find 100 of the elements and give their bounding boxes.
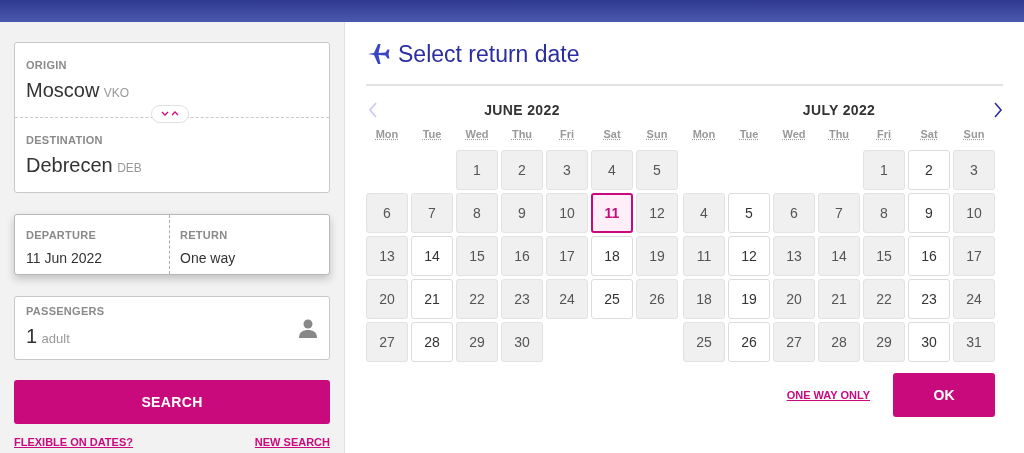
day-cell[interactable]: 18 (591, 236, 633, 276)
month-title: JUNE 2022 (484, 101, 560, 120)
day-cell[interactable]: 27 (366, 322, 408, 362)
weekday-label: Tue (738, 126, 760, 142)
passenger-count: 1 (26, 324, 38, 347)
day-cell[interactable]: 7 (818, 193, 860, 233)
day-cell[interactable]: 12 (728, 236, 770, 276)
day-cell[interactable]: 14 (818, 236, 860, 276)
month-title: JULY 2022 (802, 101, 876, 120)
airport-code: DEB (117, 161, 142, 175)
day-cell[interactable]: 27 (773, 322, 815, 362)
day-cell[interactable]: 20 (366, 279, 408, 319)
day-cell[interactable]: 5 (636, 150, 678, 190)
return-value: One way (180, 249, 237, 268)
day-cell[interactable]: 8 (863, 193, 905, 233)
ok-button[interactable]: OK (893, 373, 995, 417)
day-cell[interactable]: 20 (773, 279, 815, 319)
next-month-button[interactable] (993, 101, 1003, 118)
passengers-card[interactable]: PASSENGERS 1 adult (14, 296, 330, 360)
weekday-label: Thu (827, 126, 851, 142)
day-cell[interactable]: 3 (953, 150, 995, 190)
day-cell[interactable]: 3 (546, 150, 588, 190)
airport-code: VKO (103, 86, 130, 100)
day-cell[interactable]: 29 (456, 322, 498, 362)
day-cell[interactable]: 22 (456, 279, 498, 319)
weekday-label: Thu (510, 126, 534, 142)
weekday-label: Fri (875, 126, 893, 142)
day-cell[interactable]: 15 (456, 236, 498, 276)
swap-icon (160, 110, 180, 118)
field-label: ORIGIN (26, 60, 68, 71)
day-cell[interactable]: 1 (456, 150, 498, 190)
field-label: DEPARTURE (26, 230, 98, 241)
day-cell[interactable]: 10 (546, 193, 588, 233)
day-cell[interactable]: 12 (636, 193, 678, 233)
day-cell[interactable]: 26 (636, 279, 678, 319)
field-label: PASSENGERS (26, 305, 105, 317)
passenger-unit: adult (41, 330, 70, 346)
day-cell[interactable]: 19 (728, 279, 770, 319)
day-cell[interactable]: 2 (501, 150, 543, 190)
weekday-label: Sat (919, 126, 939, 142)
search-button[interactable]: SEARCH (14, 380, 330, 424)
day-cell[interactable]: 25 (591, 279, 633, 319)
weekday-label: Mon (374, 126, 400, 142)
day-cell[interactable]: 5 (728, 193, 770, 233)
weekday-label: Sun (645, 126, 669, 142)
day-cell[interactable]: 6 (773, 193, 815, 233)
day-cell[interactable]: 11 (591, 193, 633, 233)
day-cell[interactable]: 21 (411, 279, 453, 319)
day-cell[interactable]: 6 (366, 193, 408, 233)
weekday-label: Sun (962, 126, 986, 142)
day-cell[interactable]: 21 (818, 279, 860, 319)
day-cell[interactable]: 29 (863, 322, 905, 362)
person-icon (298, 318, 318, 338)
chevron-right-icon (993, 101, 1003, 118)
swap-button[interactable] (151, 105, 189, 123)
day-cell[interactable]: 11 (683, 236, 725, 276)
departure-date: 11 Jun 2022 (26, 249, 104, 268)
day-cell[interactable]: 30 (501, 322, 543, 362)
destination-city: Debrecen (26, 154, 113, 176)
day-cell[interactable]: 28 (411, 322, 453, 362)
day-cell[interactable]: 23 (501, 279, 543, 319)
day-cell[interactable]: 8 (456, 193, 498, 233)
day-cell[interactable]: 31 (953, 322, 995, 362)
origin-city: Moscow (26, 79, 100, 101)
day-cell[interactable]: 14 (411, 236, 453, 276)
day-cell[interactable]: 23 (908, 279, 950, 319)
day-cell[interactable]: 24 (546, 279, 588, 319)
day-cell[interactable]: 22 (863, 279, 905, 319)
flexible-dates-link[interactable]: FLEXIBLE ON DATES? (14, 434, 133, 451)
day-cell[interactable]: 17 (546, 236, 588, 276)
one-way-only-link[interactable]: ONE WAY ONLY (786, 386, 870, 404)
day-cell[interactable]: 16 (908, 236, 950, 276)
day-cell[interactable]: 26 (728, 322, 770, 362)
day-cell[interactable]: 19 (636, 236, 678, 276)
day-cell[interactable]: 9 (908, 193, 950, 233)
day-cell[interactable]: 24 (953, 279, 995, 319)
day-cell[interactable]: 9 (501, 193, 543, 233)
weekday-label: Sat (602, 126, 622, 142)
day-cell[interactable]: 2 (908, 150, 950, 190)
day-cell[interactable]: 1 (863, 150, 905, 190)
calendar-title: Select return date (398, 40, 580, 69)
day-cell[interactable]: 10 (953, 193, 995, 233)
weekday-label: Mon (691, 126, 717, 142)
day-cell[interactable]: 4 (591, 150, 633, 190)
new-search-link[interactable]: NEW SEARCH (254, 434, 330, 451)
day-cell[interactable]: 13 (366, 236, 408, 276)
day-cell[interactable]: 13 (773, 236, 815, 276)
day-cell[interactable]: 25 (683, 322, 725, 362)
day-cell[interactable]: 15 (863, 236, 905, 276)
day-cell[interactable]: 7 (411, 193, 453, 233)
day-cell[interactable]: 17 (953, 236, 995, 276)
day-cell[interactable]: 28 (818, 322, 860, 362)
day-cell[interactable]: 4 (683, 193, 725, 233)
weekday-label: Wed (464, 126, 490, 142)
weekday-label: Fri (558, 126, 576, 142)
day-cell[interactable]: 16 (501, 236, 543, 276)
day-cell[interactable]: 18 (683, 279, 725, 319)
field-label: RETURN (180, 230, 229, 241)
day-cell[interactable]: 30 (908, 322, 950, 362)
field-label: DESTINATION (26, 135, 104, 146)
